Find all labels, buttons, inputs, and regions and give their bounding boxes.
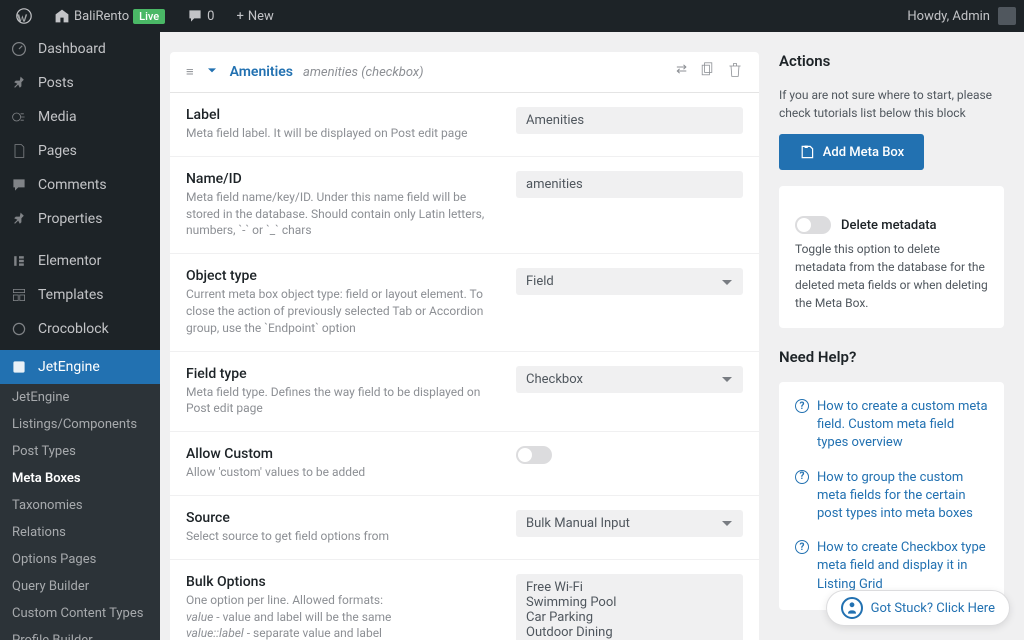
- row-bulk: Bulk Options One option per line. Allowe…: [170, 560, 759, 640]
- jetengine-icon: [10, 358, 28, 376]
- row-name: Name/IDMeta field name/key/ID. Under thi…: [170, 157, 759, 254]
- menu-properties[interactable]: Properties: [0, 202, 160, 236]
- delete-metadata-toggle[interactable]: [795, 216, 831, 234]
- row-fieldtype: Field typeMeta field type. Defines the w…: [170, 352, 759, 433]
- pin-icon: [10, 74, 28, 92]
- allowcustom-toggle[interactable]: [516, 446, 552, 464]
- delete-icon[interactable]: [727, 62, 743, 82]
- admin-bar: BaliRentoLive 0 + New Howdy, Admin: [0, 0, 1024, 32]
- row-allowcustom: Allow CustomAllow 'custom' values to be …: [170, 432, 759, 496]
- menu-elementor[interactable]: Elementor: [0, 244, 160, 278]
- source-select[interactable]: Bulk Manual Input: [516, 510, 743, 537]
- got-stuck-button[interactable]: Got Stuck? Click Here: [826, 590, 1010, 626]
- name-input[interactable]: [516, 171, 743, 198]
- sub-posttypes[interactable]: Post Types: [0, 438, 160, 465]
- shuffle-icon[interactable]: ⇄: [676, 62, 687, 82]
- field-subtitle: amenities (checkbox): [303, 65, 424, 80]
- submenu-jetengine: JetEngine Listings/Components Post Types…: [0, 384, 160, 640]
- sub-options[interactable]: Options Pages: [0, 546, 160, 573]
- field-title: Amenities: [230, 64, 293, 80]
- elementor-icon: [10, 252, 28, 270]
- sub-query[interactable]: Query Builder: [0, 573, 160, 600]
- menu-crocoblock[interactable]: Crocoblock: [0, 312, 160, 346]
- sub-metaboxes[interactable]: Meta Boxes: [0, 465, 160, 492]
- user-menu[interactable]: Howdy, Admin: [907, 7, 1016, 25]
- crocoblock-icon: [10, 320, 28, 338]
- templates-icon: [10, 286, 28, 304]
- delete-metadata-desc: Toggle this option to delete metadata fr…: [795, 240, 988, 312]
- actions-hint: If you are not sure where to start, plea…: [779, 86, 1004, 122]
- bulk-textarea[interactable]: [516, 574, 743, 640]
- add-metabox-button[interactable]: Add Meta Box: [779, 134, 924, 170]
- menu-comments[interactable]: Comments: [0, 168, 160, 202]
- sub-cct[interactable]: Custom Content Types: [0, 600, 160, 627]
- menu-jetengine[interactable]: JetEngine: [0, 350, 160, 384]
- sub-profile[interactable]: Profile Builder: [0, 627, 160, 640]
- question-icon: ?: [795, 399, 809, 413]
- field-header: ≡ Amenities amenities (checkbox) ⇄: [170, 52, 759, 93]
- row-label: LabelMeta field label. It will be displa…: [170, 93, 759, 157]
- admin-sidebar: Dashboard Posts Media Pages Comments Pro…: [0, 32, 160, 640]
- comment-icon: [10, 176, 28, 194]
- help-heading: Need Help?: [779, 348, 1004, 366]
- row-objtype: Object typeCurrent meta box object type:…: [170, 254, 759, 351]
- site-name[interactable]: BaliRentoLive: [46, 8, 173, 24]
- live-badge: Live: [133, 9, 165, 24]
- copy-icon[interactable]: [699, 62, 715, 82]
- objtype-select[interactable]: Field: [516, 268, 743, 295]
- sub-listings[interactable]: Listings/Components: [0, 411, 160, 438]
- avatar: [998, 7, 1016, 25]
- new-content[interactable]: + New: [228, 9, 281, 24]
- media-icon: [10, 108, 28, 126]
- sub-relations[interactable]: Relations: [0, 519, 160, 546]
- menu-templates[interactable]: Templates: [0, 278, 160, 312]
- pages-icon: [10, 142, 28, 160]
- sub-jetengine[interactable]: JetEngine: [0, 384, 160, 411]
- actions-heading: Actions: [779, 52, 1004, 70]
- menu-media[interactable]: Media: [0, 100, 160, 134]
- help-icon: [841, 597, 863, 619]
- sub-taxonomies[interactable]: Taxonomies: [0, 492, 160, 519]
- help-link-2[interactable]: ?How to group the custom meta fields for…: [795, 461, 988, 532]
- dashboard-icon: [10, 40, 28, 58]
- delete-metadata-label: Delete metadata: [841, 218, 937, 233]
- chevron-down-icon[interactable]: [204, 62, 220, 82]
- help-link-1[interactable]: ?How to create a custom meta field. Cust…: [795, 390, 988, 461]
- drag-icon[interactable]: ≡: [186, 64, 194, 80]
- question-icon: ?: [795, 540, 809, 554]
- label-input[interactable]: [516, 107, 743, 134]
- comments-count[interactable]: 0: [179, 8, 222, 24]
- menu-pages[interactable]: Pages: [0, 134, 160, 168]
- wp-logo[interactable]: [8, 8, 40, 24]
- pin-icon: [10, 210, 28, 228]
- menu-dashboard[interactable]: Dashboard: [0, 32, 160, 66]
- row-source: SourceSelect source to get field options…: [170, 496, 759, 560]
- menu-posts[interactable]: Posts: [0, 66, 160, 100]
- question-icon: ?: [795, 470, 809, 484]
- fieldtype-select[interactable]: Checkbox: [516, 366, 743, 393]
